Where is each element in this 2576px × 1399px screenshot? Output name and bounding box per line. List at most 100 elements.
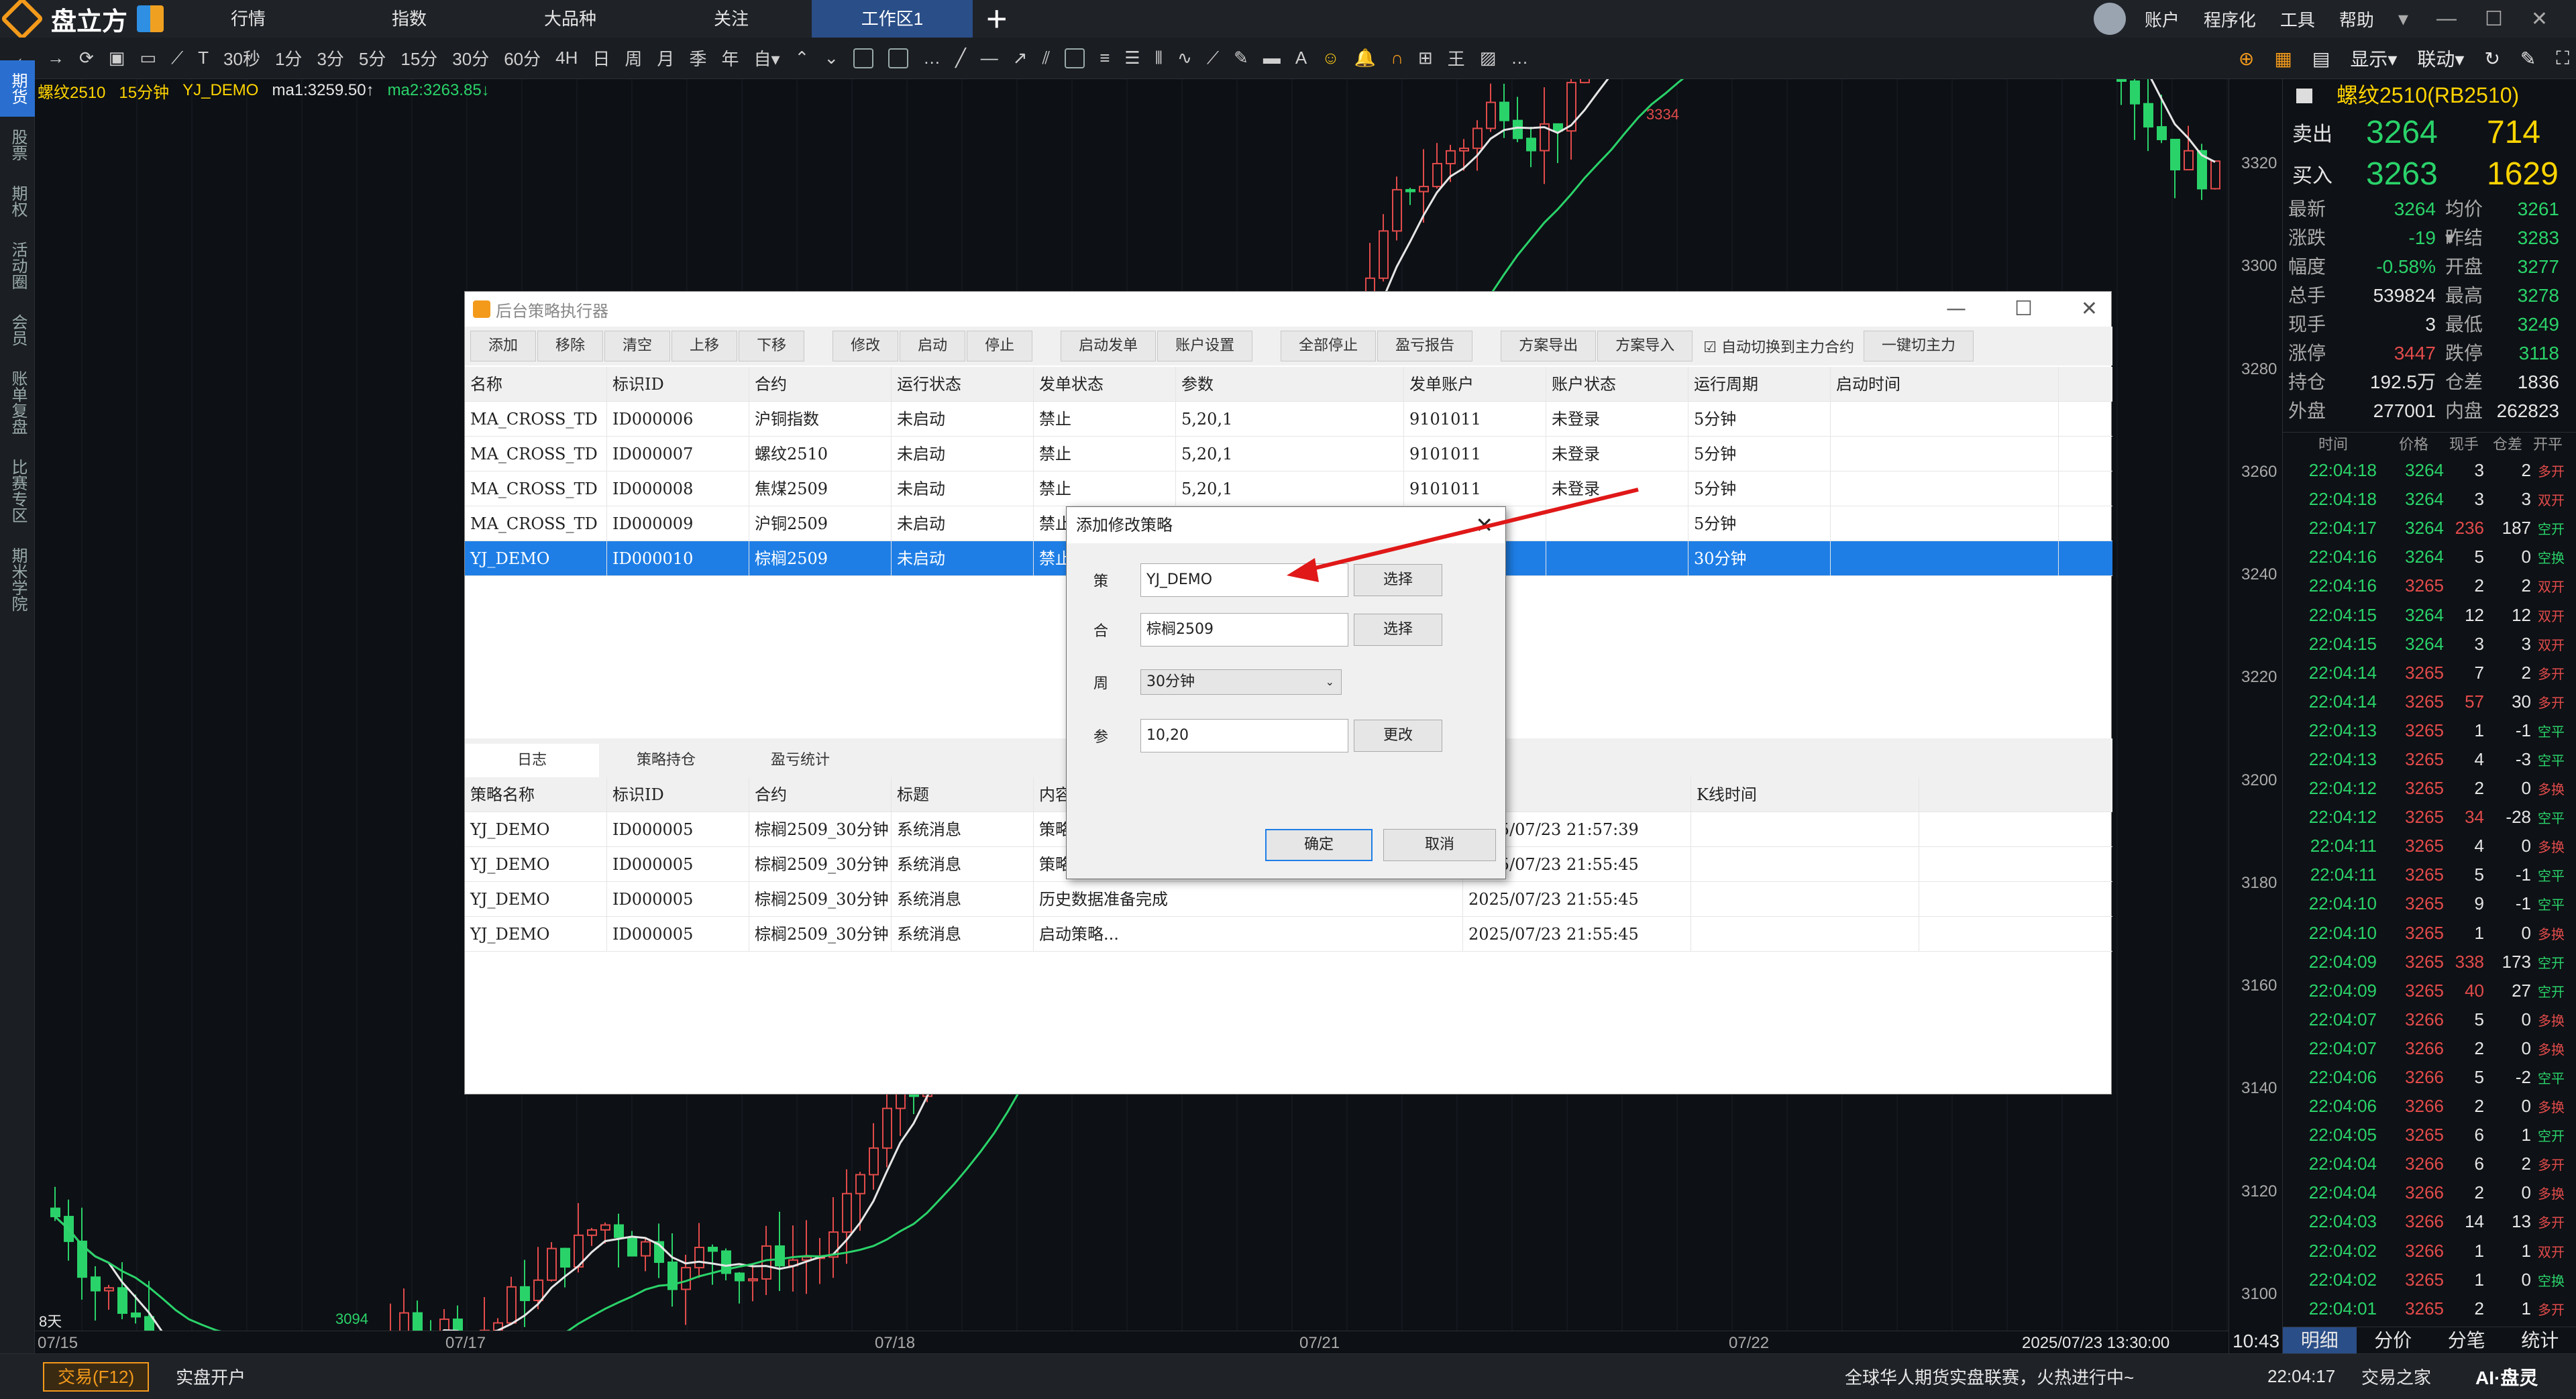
- period-year[interactable]: 年: [721, 46, 739, 70]
- period-month[interactable]: 月: [657, 46, 674, 70]
- dialog-close-icon[interactable]: ✕: [2081, 297, 2098, 321]
- sidebar-stocks[interactable]: 股票: [0, 117, 35, 173]
- cycle-tool-icon[interactable]: ⦀: [1155, 48, 1163, 69]
- avatar[interactable]: [2093, 3, 2126, 35]
- menu-account[interactable]: 账户: [2145, 7, 2180, 32]
- header-cell[interactable]: 合约: [749, 366, 892, 402]
- sidebar-review[interactable]: 账单复盘: [0, 358, 35, 447]
- gann-tool-icon[interactable]: ☰: [1124, 48, 1140, 68]
- refresh-icon[interactable]: ⟳: [79, 48, 94, 68]
- channel-tool-icon[interactable]: ⫽: [1042, 48, 1051, 69]
- emoji-tool-icon[interactable]: ☺: [1322, 48, 1340, 68]
- period-30s[interactable]: 30秒: [223, 46, 260, 70]
- magnet-icon[interactable]: ∩: [1391, 48, 1403, 68]
- close-icon[interactable]: ✕: [2531, 7, 2548, 31]
- dialog-maximize-icon[interactable]: ☐: [2015, 297, 2033, 321]
- start-button[interactable]: 启动: [900, 331, 966, 361]
- collapse-icon[interactable]: [2296, 89, 2312, 103]
- chart-symbol[interactable]: 螺纹2510: [38, 79, 105, 103]
- minimize-icon[interactable]: —: [2436, 7, 2457, 30]
- more2-icon[interactable]: …: [1511, 48, 1528, 68]
- collapse-up-icon[interactable]: ⌃: [795, 48, 810, 68]
- tab-detail[interactable]: 明细: [2283, 1327, 2357, 1353]
- ai-assistant[interactable]: AI·盘灵: [2475, 1363, 2538, 1390]
- open-account-link[interactable]: 实盘开户: [176, 1364, 246, 1389]
- header-cell[interactable]: 名称: [465, 366, 607, 402]
- stop-button[interactable]: 停止: [967, 331, 1033, 361]
- period-60m[interactable]: 60分: [504, 46, 541, 70]
- sub-close-icon[interactable]: ✕: [1475, 507, 1493, 543]
- sidebar-activity[interactable]: 活动圈: [0, 229, 35, 302]
- import-button[interactable]: 方案导入: [1597, 331, 1693, 361]
- add-button[interactable]: 添加: [470, 331, 537, 361]
- king-icon[interactable]: 王: [1448, 46, 1465, 70]
- news-ticker[interactable]: 全球华人期货实盘联赛，火热进行中~: [1845, 1364, 2134, 1389]
- tab-log[interactable]: 日志: [465, 744, 599, 777]
- auto-switch-checkbox[interactable]: ☑ 自动切换到主力合约: [1703, 335, 1854, 357]
- alert-icon[interactable]: 🔔: [1354, 48, 1376, 68]
- text-icon[interactable]: T: [198, 48, 209, 68]
- dialog-minimize-icon[interactable]: —: [1946, 297, 1966, 321]
- trade-home-link[interactable]: 交易之家: [2361, 1364, 2431, 1389]
- menu-workspace1[interactable]: 工作区1: [812, 0, 973, 38]
- edit-icon[interactable]: ✎: [2520, 48, 2536, 70]
- header-cell[interactable]: 标识ID: [607, 366, 749, 402]
- menu-help[interactable]: 帮助: [2339, 7, 2374, 32]
- folder-icon[interactable]: ▭: [140, 48, 156, 68]
- layout2-icon[interactable]: [888, 48, 909, 68]
- fan-tool-icon[interactable]: ⟋: [1207, 48, 1219, 69]
- stop-all-button[interactable]: 全部停止: [1281, 331, 1377, 361]
- header-cell[interactable]: K线时间: [1691, 777, 1919, 812]
- tab-ticks[interactable]: 分笔: [2430, 1327, 2504, 1353]
- strategy-input[interactable]: YJ_DEMO: [1140, 563, 1348, 597]
- fullscreen-icon[interactable]: ⛶: [2556, 48, 2569, 70]
- layout-icon[interactable]: [853, 48, 874, 68]
- period-quarter[interactable]: 季: [689, 46, 706, 70]
- tab-stats[interactable]: 统计: [2504, 1327, 2576, 1353]
- sidebar-academy[interactable]: 期米学院: [0, 535, 35, 624]
- period-4h[interactable]: 4H: [555, 48, 578, 68]
- rect-tool-icon[interactable]: [1065, 48, 1085, 68]
- period-week[interactable]: 周: [625, 46, 642, 70]
- header-cell[interactable]: 启动时间: [1831, 366, 2059, 402]
- table-row[interactable]: YJ_DEMO ID000005 棕榈2509_30分钟 系统消息 历史数据准备完成 20…: [465, 881, 2112, 917]
- table-row[interactable]: MA_CROSS_TD ID000006 沪铜指数 未启动 禁止 5,20,1 910101…: [465, 401, 2112, 437]
- line-tool-icon[interactable]: ╱: [955, 48, 966, 68]
- fib-tool-icon[interactable]: ≡: [1099, 48, 1110, 68]
- wave-tool-icon[interactable]: ∿: [1177, 48, 1192, 68]
- period-5m[interactable]: 5分: [359, 46, 386, 70]
- period-15m[interactable]: 15分: [400, 46, 437, 70]
- add-workspace-icon[interactable]: +: [986, 0, 1008, 38]
- display-menu[interactable]: 显示▾: [2350, 45, 2397, 72]
- ruler-tool-icon[interactable]: ▬: [1263, 48, 1281, 68]
- param-change-button[interactable]: 更改: [1354, 720, 1442, 752]
- expand-down-icon[interactable]: ⌄: [824, 48, 839, 68]
- chart-period[interactable]: 15分钟: [119, 79, 169, 103]
- hline-tool-icon[interactable]: —: [981, 48, 998, 68]
- panel-icon[interactable]: ▤: [2312, 48, 2330, 70]
- export-button[interactable]: 方案导出: [1501, 331, 1597, 361]
- link-menu[interactable]: 联动▾: [2417, 45, 2464, 72]
- robot-icon[interactable]: ⊕: [2239, 48, 2254, 70]
- maximize-icon[interactable]: ☐: [2485, 7, 2503, 31]
- move-up-button[interactable]: 上移: [672, 331, 738, 361]
- table-row[interactable]: YJ_DEMO ID000005 棕榈2509_30分钟 系统消息 启动策略... 202…: [465, 916, 2112, 952]
- period-custom[interactable]: 自▾: [753, 46, 780, 70]
- header-cell[interactable]: 参数: [1176, 366, 1404, 402]
- header-cell[interactable]: 发单状态: [1034, 366, 1176, 402]
- period-1m[interactable]: 1分: [275, 46, 302, 70]
- param-input[interactable]: 10,20: [1140, 719, 1348, 752]
- trade-button[interactable]: 交易(F12): [43, 1361, 150, 1392]
- table-row[interactable]: MA_CROSS_TD ID000007 螺纹2510 未启动 禁止 5,20,1 9101…: [465, 436, 2112, 471]
- one-click-main-button[interactable]: 一键切主力: [1863, 331, 1974, 361]
- sidebar-options[interactable]: 期权: [0, 173, 35, 229]
- grid-icon[interactable]: ⊞: [1418, 48, 1433, 68]
- menu-watch[interactable]: 关注: [651, 0, 812, 38]
- modify-button[interactable]: 修改: [833, 331, 899, 361]
- header-cell[interactable]: 运行周期: [1688, 366, 1831, 402]
- start-order-button[interactable]: 启动发单: [1061, 331, 1157, 361]
- period-30m[interactable]: 30分: [452, 46, 489, 70]
- header-cell[interactable]: 策略名称: [465, 777, 607, 812]
- image-icon[interactable]: ▨: [1480, 48, 1497, 68]
- contract-select-button[interactable]: 选择: [1354, 614, 1442, 646]
